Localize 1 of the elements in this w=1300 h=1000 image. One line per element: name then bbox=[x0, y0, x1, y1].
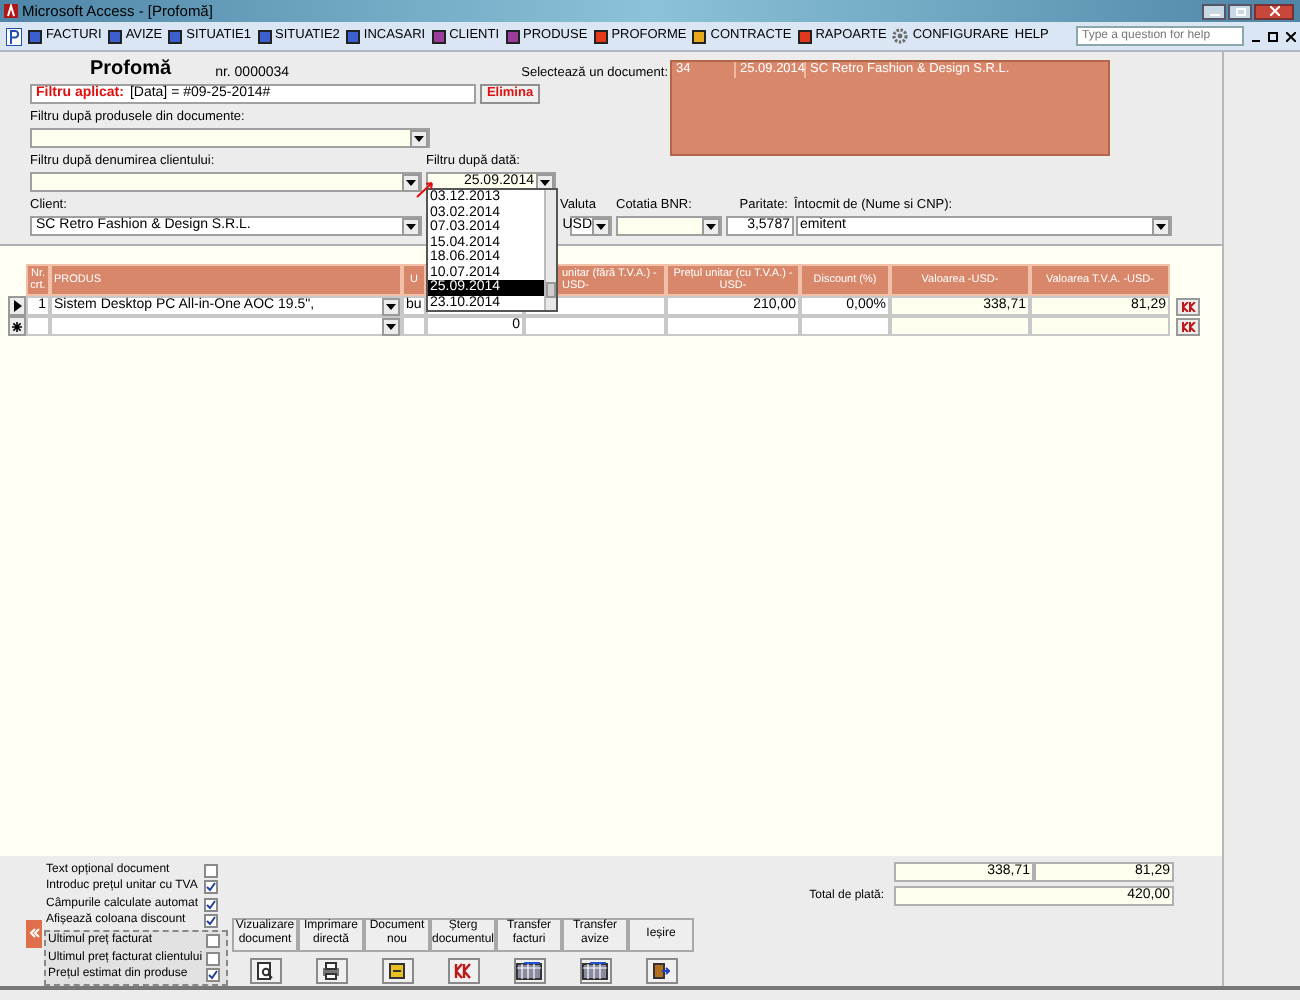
form-title: Profomă bbox=[90, 58, 172, 82]
